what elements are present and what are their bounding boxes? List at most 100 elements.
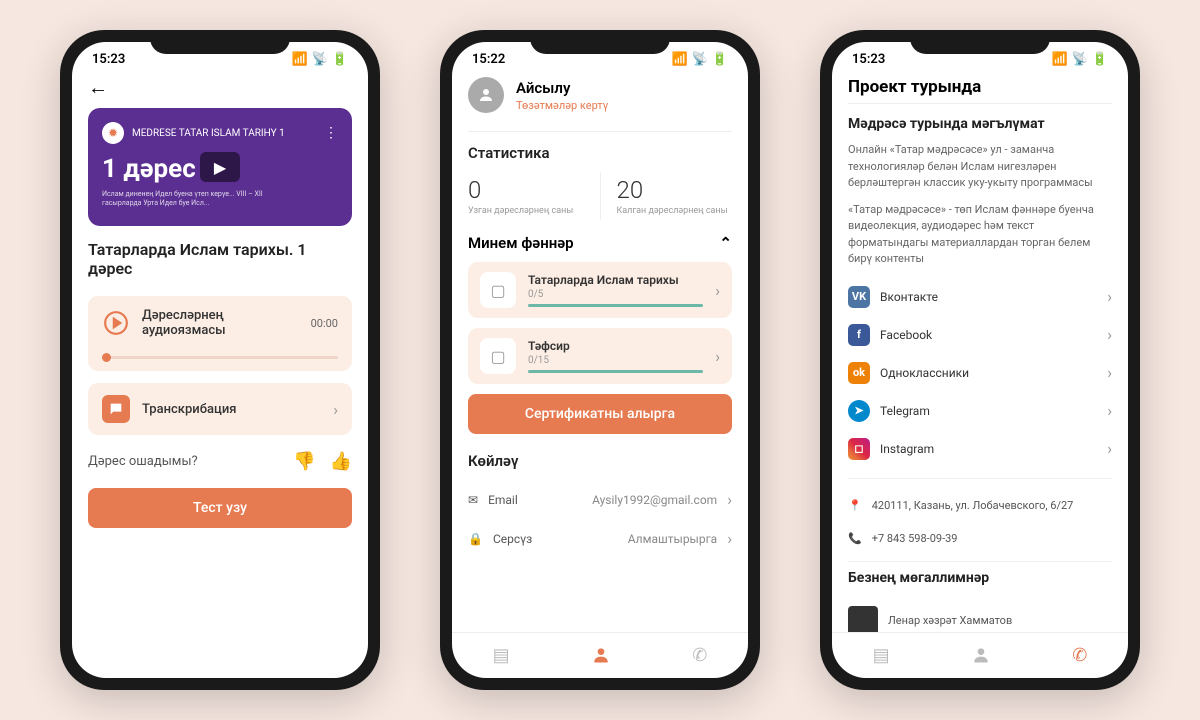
wifi-icon: 📡 <box>692 52 708 67</box>
wifi-icon: 📡 <box>1072 52 1088 67</box>
nav-contact-icon[interactable]: ✆ <box>692 645 707 670</box>
feedback-question: Дәрес ошадымы? <box>88 454 198 469</box>
lesson-title: Татарларда Ислам тарихы. 1 дәрес <box>88 240 352 278</box>
phone-text: +7 843 598-09-39 <box>872 532 958 545</box>
social-tg[interactable]: ➤ Telegram › <box>848 392 1112 430</box>
instagram-icon: ◻ <box>848 438 870 460</box>
setting-value: Aysily1992@gmail.com <box>558 493 717 507</box>
chevron-right-icon: › <box>715 347 720 366</box>
signal-icon: 📶 <box>671 52 687 67</box>
status-time: 15:22 <box>472 52 505 67</box>
odnoklassniki-icon: ok <box>848 362 870 384</box>
social-ok[interactable]: ok Одноклассники › <box>848 354 1112 392</box>
progress-bar <box>528 370 703 373</box>
nav-contact-icon[interactable]: ✆ <box>1072 645 1087 670</box>
status-time: 15:23 <box>92 52 125 67</box>
chevron-right-icon: › <box>727 529 732 548</box>
transcript-label: Транскрибация <box>142 402 321 417</box>
social-ig[interactable]: ◻ Instagram › <box>848 430 1112 468</box>
play-button[interactable]: ▶ <box>200 152 240 182</box>
chevron-right-icon: › <box>1107 439 1112 458</box>
transcript-icon <box>102 395 130 423</box>
teachers-title: Безнең мөгаллимнәр <box>848 570 1112 586</box>
chevron-right-icon: › <box>1107 363 1112 382</box>
social-label: Вконтакте <box>880 290 1097 304</box>
info-heading: Мәдрәсә турында мәгълүмат <box>848 116 1112 132</box>
subjects-header[interactable]: Минем фәннәр ⌃ <box>468 234 732 252</box>
chevron-right-icon: › <box>1107 287 1112 306</box>
battery-icon: 🔋 <box>1092 52 1108 67</box>
setting-email[interactable]: ✉ Email Aysily1992@gmail.com › <box>468 480 732 519</box>
book-icon: ▢ <box>480 338 516 374</box>
teacher-name: Ленар хәзрәт Хамматов <box>888 614 1012 627</box>
stat-completed: 0 Узган дәресләрнең саны <box>468 172 601 220</box>
location-icon: 📍 <box>848 499 862 512</box>
info-paragraph: «Татар мәдрәсәсе» - төп Ислам фәннәре бу… <box>848 202 1112 268</box>
social-vk[interactable]: VK Вконтакте › <box>848 278 1112 316</box>
profile-header: Айсылу Төзәтмәләр кертү <box>468 71 732 127</box>
course-name: Тәфсир <box>528 339 703 353</box>
battery-icon: 🔋 <box>332 52 348 67</box>
progress-bar <box>528 304 703 307</box>
video-subtitle: Ислам диненең Идел буена үтеп керүе... V… <box>102 190 267 208</box>
test-button[interactable]: Тест узу <box>88 488 352 528</box>
nav-lessons-icon[interactable]: ▤ <box>493 645 510 670</box>
audio-label: Дәресләрнең аудиоязмасы <box>142 308 299 338</box>
mail-icon: ✉ <box>468 493 478 507</box>
nav-lessons-icon[interactable]: ▤ <box>873 645 890 670</box>
setting-password[interactable]: 🔒 Серсүз Алмаштырырга › <box>468 519 732 558</box>
social-fb[interactable]: f Facebook › <box>848 316 1112 354</box>
setting-value: Алмаштырырга <box>563 532 717 546</box>
stats-title: Статистика <box>468 144 732 162</box>
video-player[interactable]: ✹ MEDRESE TATAR ISLAM TARIHY 1 ⋮ 1 дәрес… <box>88 108 352 226</box>
chevron-right-icon: › <box>333 400 338 419</box>
screen-profile: 15:22 📶 📡 🔋 Айсылу Төзәтмәләр кертү Стат… <box>452 42 748 678</box>
stat-remaining: 20 Калган дәресләрнең саны <box>601 172 733 220</box>
phone-icon: 📞 <box>848 532 862 545</box>
audio-card[interactable]: Дәресләрнең аудиоязмасы 00:00 <box>88 296 352 371</box>
thumbs-down-icon[interactable]: 👎 <box>293 451 315 472</box>
nav-profile-icon[interactable] <box>591 645 611 670</box>
status-icons: 📶 📡 🔋 <box>291 52 348 67</box>
facebook-icon: f <box>848 324 870 346</box>
setting-label: Серсүз <box>493 532 553 546</box>
notch <box>150 30 290 54</box>
channel-logo-icon: ✹ <box>102 122 124 144</box>
setting-label: Email <box>488 493 548 507</box>
screen-lesson: 15:23 📶 📡 🔋 ← ✹ MEDRESE TATAR ISLAM TARI… <box>72 42 368 678</box>
avatar[interactable] <box>468 77 504 113</box>
page-title: Проект турында <box>848 77 1112 97</box>
address-text: 420111, Казань, ул. Лобачевского, 6/27 <box>872 499 1074 512</box>
audio-progress[interactable] <box>102 356 338 359</box>
back-button[interactable]: ← <box>88 71 352 108</box>
feedback-row: Дәрес ошадымы? 👎 👍 <box>88 451 352 472</box>
bottom-nav: ▤ ✆ <box>452 632 748 678</box>
stat-value: 0 <box>468 176 584 204</box>
video-menu-icon[interactable]: ⋮ <box>324 125 338 141</box>
course-card[interactable]: ▢ Татарларда Ислам тарихы 0/5 › <box>468 262 732 318</box>
channel-name: MEDRESE TATAR ISLAM TARIHY 1 <box>132 128 285 139</box>
notch <box>910 30 1050 54</box>
teacher-row[interactable]: Ленар хәзрәт Хамматов <box>848 596 1112 633</box>
phone-mockup-3: 15:23 📶 📡 🔋 Проект турында Мәдрәсә турын… <box>820 30 1140 690</box>
edit-profile-link[interactable]: Төзәтмәләр кертү <box>516 99 608 112</box>
chevron-right-icon: › <box>1107 401 1112 420</box>
profile-name: Айсылу <box>516 79 608 97</box>
play-circle-icon[interactable] <box>102 309 130 337</box>
social-label: Facebook <box>880 328 1097 342</box>
telegram-icon: ➤ <box>848 400 870 422</box>
notch <box>530 30 670 54</box>
address-row: 📍 420111, Казань, ул. Лобачевского, 6/27 <box>848 489 1112 522</box>
status-icons: 📶 📡 🔋 <box>671 52 728 67</box>
phone-row[interactable]: 📞 +7 843 598-09-39 <box>848 522 1112 555</box>
bottom-nav: ▤ ✆ <box>832 632 1128 678</box>
info-paragraph: Онлайн «Татар мәдрәсәсе» ул - заманча те… <box>848 142 1112 192</box>
chevron-up-icon: ⌃ <box>719 234 732 252</box>
thumbs-up-icon[interactable]: 👍 <box>330 451 352 472</box>
certificate-button[interactable]: Сертификатны алырга <box>468 394 732 434</box>
stat-label: Калган дәресләрнең саны <box>617 206 733 216</box>
course-card[interactable]: ▢ Тәфсир 0/15 › <box>468 328 732 384</box>
nav-profile-icon[interactable] <box>971 645 991 670</box>
transcript-card[interactable]: Транскрибация › <box>88 383 352 435</box>
phone-mockup-1: 15:23 📶 📡 🔋 ← ✹ MEDRESE TATAR ISLAM TARI… <box>60 30 380 690</box>
